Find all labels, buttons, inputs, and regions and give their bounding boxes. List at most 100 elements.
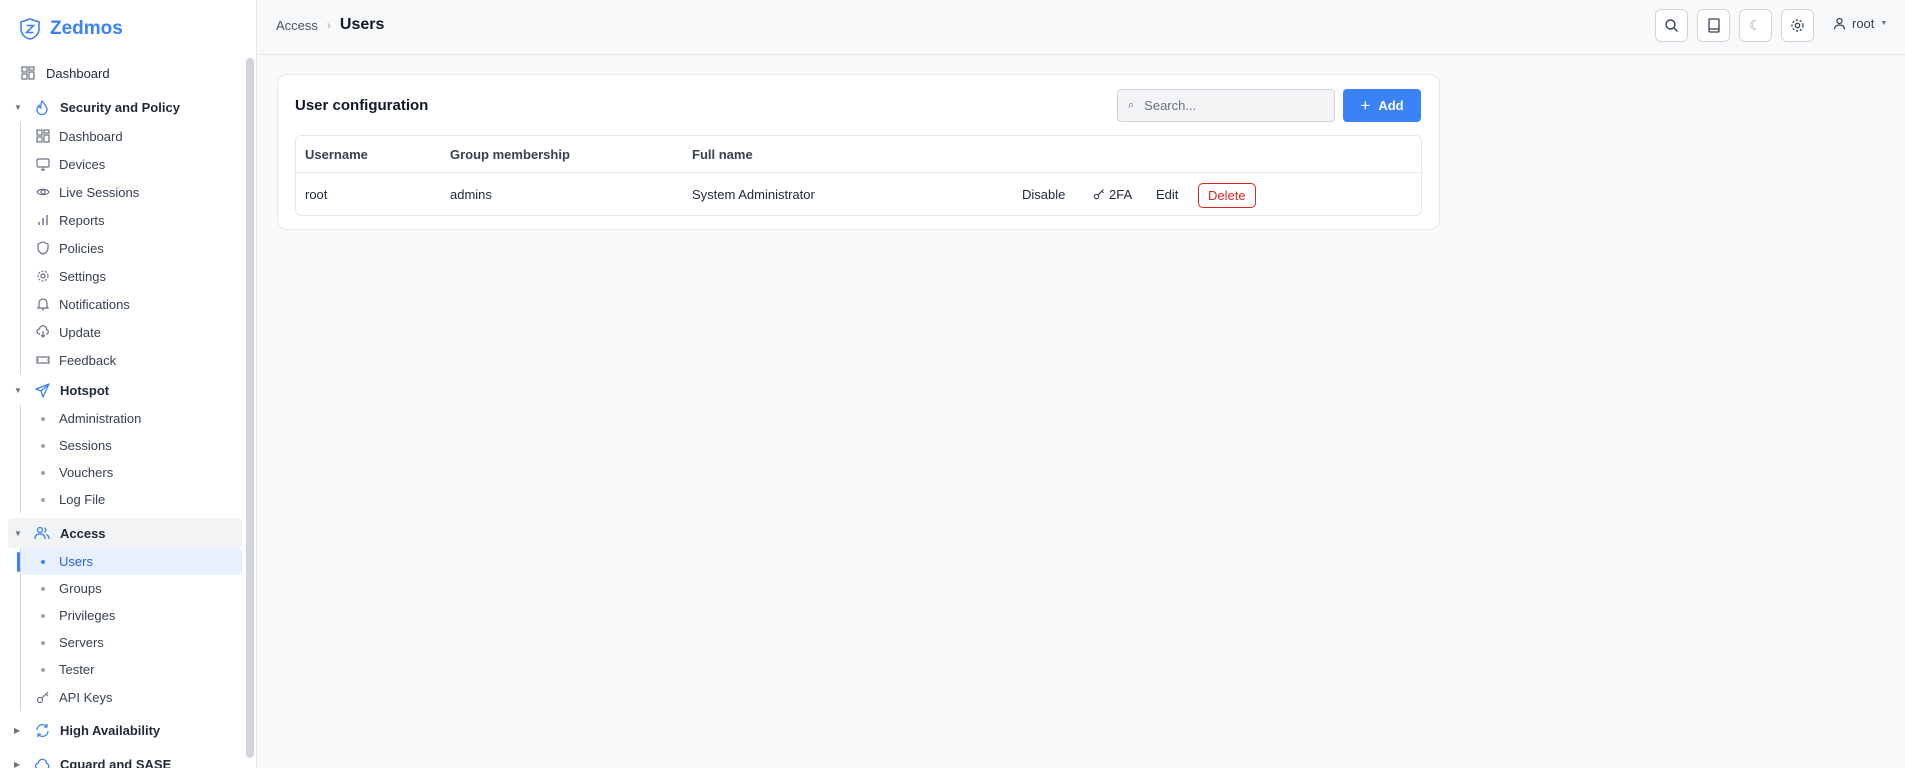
gear-icon [1791, 19, 1804, 32]
users-icon [34, 525, 50, 541]
column-header-username[interactable]: Username [305, 136, 368, 173]
bullet-icon [41, 559, 45, 564]
flame-icon [34, 99, 50, 115]
page-title: Users [339, 16, 385, 33]
plus-icon: + [1360, 95, 1371, 115]
sidebar-item-label: Administration [59, 411, 142, 426]
sidebar-item-users[interactable]: Users [17, 548, 242, 575]
sidebar-item-settings[interactable]: Settings [35, 262, 242, 290]
cell-group: admins [450, 187, 492, 202]
add-user-button[interactable]: + Add [1343, 89, 1421, 122]
users-table: Username Group membership Full name root… [295, 135, 1422, 216]
sidebar-scrollbar[interactable] [246, 58, 254, 758]
bullet-icon [41, 416, 45, 421]
column-header-group[interactable]: Group membership [450, 136, 570, 173]
sidebar-item-devices[interactable]: Devices [35, 150, 242, 178]
cloud-download-icon [35, 324, 51, 340]
sidebar-item-log-file[interactable]: Log File [35, 486, 242, 513]
search-button[interactable] [1655, 9, 1688, 42]
sidebar-item-label: Servers [59, 635, 104, 650]
sidebar-item-dashboard[interactable]: Dashboard [8, 58, 242, 88]
sidebar-item-label: Update [59, 324, 101, 340]
brand-name: Zedmos [50, 18, 123, 39]
sidebar-item-label: Feedback [59, 352, 117, 368]
sidebar-item-label: Tester [59, 662, 95, 677]
sidebar-item-reports[interactable]: Reports [35, 206, 242, 234]
sidebar-item-notifications[interactable]: Notifications [35, 290, 242, 318]
sidebar: Zedmos Dashboard ▼ Security and Policy D… [0, 0, 257, 768]
shield-icon [35, 240, 51, 256]
breadcrumb-parent[interactable]: Access [276, 18, 318, 33]
sidebar-item-privileges[interactable]: Privileges [35, 602, 242, 629]
docs-button[interactable] [1697, 9, 1730, 42]
sidebar-item-tester[interactable]: Tester [35, 656, 242, 683]
sidebar-section-label: Cguard and SASE [60, 756, 172, 768]
theme-toggle-button[interactable]: ☾ [1739, 9, 1772, 42]
user-icon [1833, 17, 1846, 30]
book-icon [1707, 18, 1720, 33]
brand[interactable]: Zedmos [0, 0, 256, 58]
card-title: User configuration [295, 97, 429, 114]
delete-button[interactable]: Delete [1198, 183, 1256, 208]
chevron-right-icon: ▶ [14, 725, 21, 735]
sidebar-item-live-sessions[interactable]: Live Sessions [35, 178, 242, 206]
sidebar-item-label: Dashboard [59, 128, 123, 144]
edit-button[interactable]: Edit [1156, 173, 1178, 216]
disable-button[interactable]: Disable [1022, 173, 1065, 216]
sidebar-item-update[interactable]: Update [35, 318, 242, 346]
sidebar-section-label: Hotspot [60, 382, 110, 398]
bullet-icon [41, 613, 45, 618]
settings-button[interactable] [1781, 9, 1814, 42]
search-input[interactable] [1144, 98, 1315, 113]
moon-icon: ☾ [1749, 17, 1762, 33]
sidebar-item-api-keys[interactable]: API Keys [35, 683, 242, 711]
sidebar-item-vouchers[interactable]: Vouchers [35, 459, 242, 486]
sidebar-item-policies[interactable]: Policies [35, 234, 242, 262]
sidebar-item-label: Sessions [59, 438, 112, 453]
sidebar-item-label: Groups [59, 581, 102, 596]
breadcrumb: Access › Users [276, 16, 384, 34]
topbar: Access › Users ☾ root ▼ [258, 0, 1905, 55]
chevron-right-icon: ▶ [14, 759, 21, 768]
two-factor-button[interactable]: 2FA [1093, 173, 1132, 216]
chevron-down-icon: ▼ [1880, 20, 1888, 27]
sidebar-item-label: Devices [59, 156, 106, 172]
sidebar-section-access[interactable]: ▼ Access [8, 518, 242, 548]
user-menu[interactable]: root ▼ [1833, 16, 1887, 31]
sidebar-item-sessions[interactable]: Sessions [35, 432, 242, 459]
table-header: Username Group membership Full name [296, 136, 1421, 173]
bullet-icon [41, 497, 45, 502]
sidebar-section-label: Access [60, 525, 106, 541]
sidebar-section-cguard[interactable]: ▶ Cguard and SASE [8, 749, 242, 768]
monitor-icon [35, 156, 51, 172]
sidebar-section-hotspot[interactable]: ▼ Hotspot [8, 375, 242, 405]
cell-username: root [305, 187, 328, 202]
cell-full-name: System Administrator [692, 187, 815, 202]
sidebar-item-servers[interactable]: Servers [35, 629, 242, 656]
sidebar-section-security[interactable]: ▼ Security and Policy [8, 92, 242, 122]
two-factor-label: 2FA [1109, 187, 1133, 202]
search-icon: ⌕ [1128, 99, 1135, 111]
column-header-full-name[interactable]: Full name [692, 136, 753, 173]
bar-chart-icon [35, 212, 51, 228]
refresh-icon [34, 722, 50, 738]
sidebar-item-label: Policies [59, 240, 104, 256]
key-icon [1093, 189, 1104, 200]
bullet-icon [41, 443, 45, 448]
sidebar-item-security-dashboard[interactable]: Dashboard [35, 122, 242, 150]
sidebar-item-feedback[interactable]: Feedback [35, 346, 242, 374]
add-button-label: Add [1378, 98, 1404, 113]
user-configuration-card: User configuration ⌕ + Add Username Grou… [277, 74, 1440, 230]
bullet-icon [41, 586, 45, 591]
sidebar-item-label: Privileges [59, 608, 116, 623]
search-box[interactable]: ⌕ [1117, 89, 1335, 122]
sidebar-section-label: Security and Policy [60, 99, 180, 115]
sidebar-item-label: Vouchers [59, 465, 114, 480]
bullet-icon [41, 470, 45, 475]
table-row: root admins System Administrator Disable… [296, 173, 1421, 216]
sidebar-item-administration[interactable]: Administration [35, 405, 242, 432]
chevron-down-icon: ▼ [14, 102, 22, 112]
access-submenu: Users Groups Privileges Servers Tester A… [17, 548, 242, 711]
sidebar-section-high-availability[interactable]: ▶ High Availability [8, 715, 242, 745]
sidebar-item-groups[interactable]: Groups [35, 575, 242, 602]
